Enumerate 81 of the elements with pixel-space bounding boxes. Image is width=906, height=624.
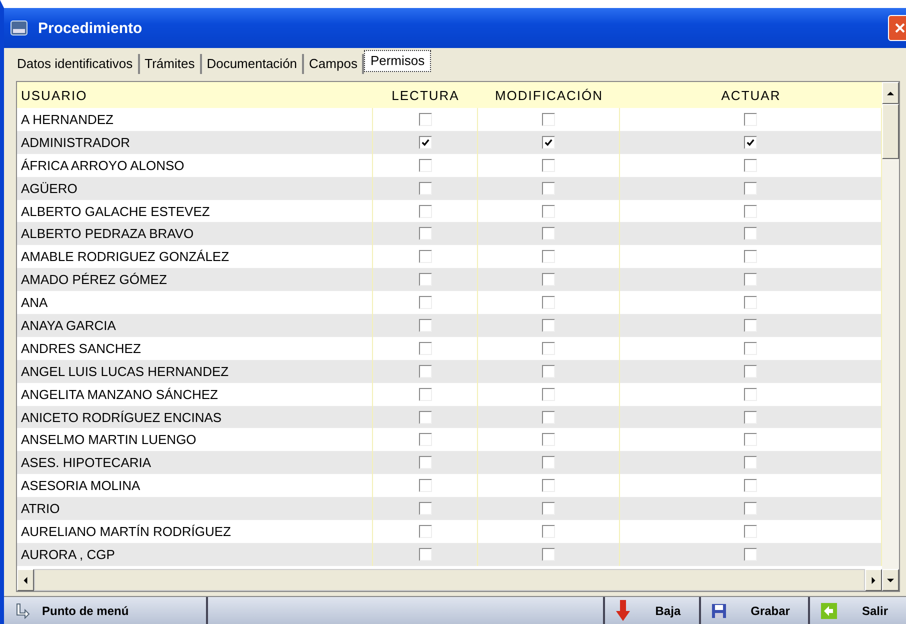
checkbox[interactable] (744, 410, 757, 424)
checkbox[interactable] (744, 502, 757, 516)
checkbox[interactable] (744, 524, 757, 538)
checkbox[interactable] (542, 136, 555, 149)
checkbox[interactable] (418, 204, 432, 218)
checkbox[interactable] (418, 342, 432, 355)
checkbox[interactable] (744, 250, 757, 264)
checkbox[interactable] (744, 433, 757, 446)
checkbox[interactable] (542, 296, 555, 310)
checkbox[interactable] (542, 273, 555, 286)
checkbox[interactable] (418, 479, 432, 492)
checkbox[interactable] (418, 318, 432, 332)
checkbox[interactable] (744, 273, 757, 286)
column-header[interactable]: ACTUAR (620, 88, 882, 102)
checkbox[interactable] (418, 524, 432, 538)
checkbox[interactable] (418, 548, 432, 561)
checkbox[interactable] (418, 250, 432, 264)
checkbox[interactable] (542, 364, 555, 378)
checkbox[interactable] (542, 112, 555, 126)
down-arrow-icon (887, 576, 894, 584)
scroll-right-button[interactable] (865, 569, 882, 591)
checkbox[interactable] (418, 273, 432, 286)
checkbox[interactable] (418, 433, 432, 446)
tab[interactable]: Permisos (364, 50, 431, 72)
checkbox[interactable] (418, 502, 432, 516)
checkbox[interactable] (542, 524, 555, 538)
checkbox[interactable] (744, 548, 757, 561)
checkbox[interactable] (744, 296, 757, 310)
checkbox[interactable] (418, 136, 432, 149)
right-arrow-icon (870, 576, 877, 584)
column-header[interactable]: LECTURA (373, 88, 478, 102)
left-arrow-icon (22, 576, 29, 584)
checkbox[interactable] (542, 433, 555, 446)
checkbox[interactable] (542, 250, 555, 264)
down-arrow-icon (615, 600, 632, 622)
column-header[interactable]: USUARIO (17, 88, 373, 102)
checkbox[interactable] (744, 227, 757, 240)
checkbox[interactable] (744, 364, 757, 378)
checkbox[interactable] (542, 158, 555, 172)
checkbox[interactable] (542, 548, 555, 561)
checkbox[interactable] (418, 364, 432, 378)
checkbox[interactable] (418, 410, 432, 424)
checkbox[interactable] (542, 410, 555, 424)
checkbox[interactable] (418, 227, 432, 240)
checkbox[interactable] (744, 182, 757, 195)
checkbox[interactable] (542, 227, 555, 240)
checkbox[interactable] (744, 318, 757, 332)
checkbox[interactable] (744, 158, 757, 172)
scrollbar-thumb[interactable] (882, 104, 899, 159)
scroll-left-button[interactable] (17, 569, 34, 591)
user-name-cell: AURORA , CGP (17, 542, 373, 566)
checkbox[interactable] (744, 204, 757, 218)
checkbox[interactable] (418, 388, 432, 401)
checkbox[interactable] (744, 112, 757, 126)
checkbox[interactable] (744, 136, 757, 149)
checkbox[interactable] (744, 479, 757, 492)
checkbox[interactable] (744, 388, 757, 401)
checkbox[interactable] (542, 204, 555, 218)
checkbox[interactable] (418, 296, 432, 310)
column-header[interactable]: MODIFICACIÓN (478, 88, 620, 102)
scroll-down-button[interactable] (882, 569, 899, 591)
close-button[interactable] (888, 15, 906, 41)
checkbox[interactable] (744, 456, 757, 470)
checkbox[interactable] (744, 342, 757, 355)
checkbox[interactable] (542, 456, 555, 470)
close-icon (894, 22, 906, 34)
bent-arrow-icon (14, 602, 30, 618)
app-icon (10, 19, 28, 37)
checkbox[interactable] (542, 318, 555, 332)
checkbox[interactable] (542, 182, 555, 195)
checkbox[interactable] (418, 456, 432, 470)
checkbox[interactable] (542, 342, 555, 355)
checkbox[interactable] (542, 502, 555, 516)
checkbox[interactable] (542, 388, 555, 401)
up-arrow-icon (887, 90, 894, 96)
checkbox[interactable] (418, 158, 432, 172)
window-title: Procedimiento (38, 20, 144, 36)
checkbox[interactable] (418, 182, 432, 195)
scroll-up-button[interactable] (882, 82, 899, 104)
checkbox[interactable] (542, 479, 555, 492)
checkbox[interactable] (418, 112, 432, 126)
